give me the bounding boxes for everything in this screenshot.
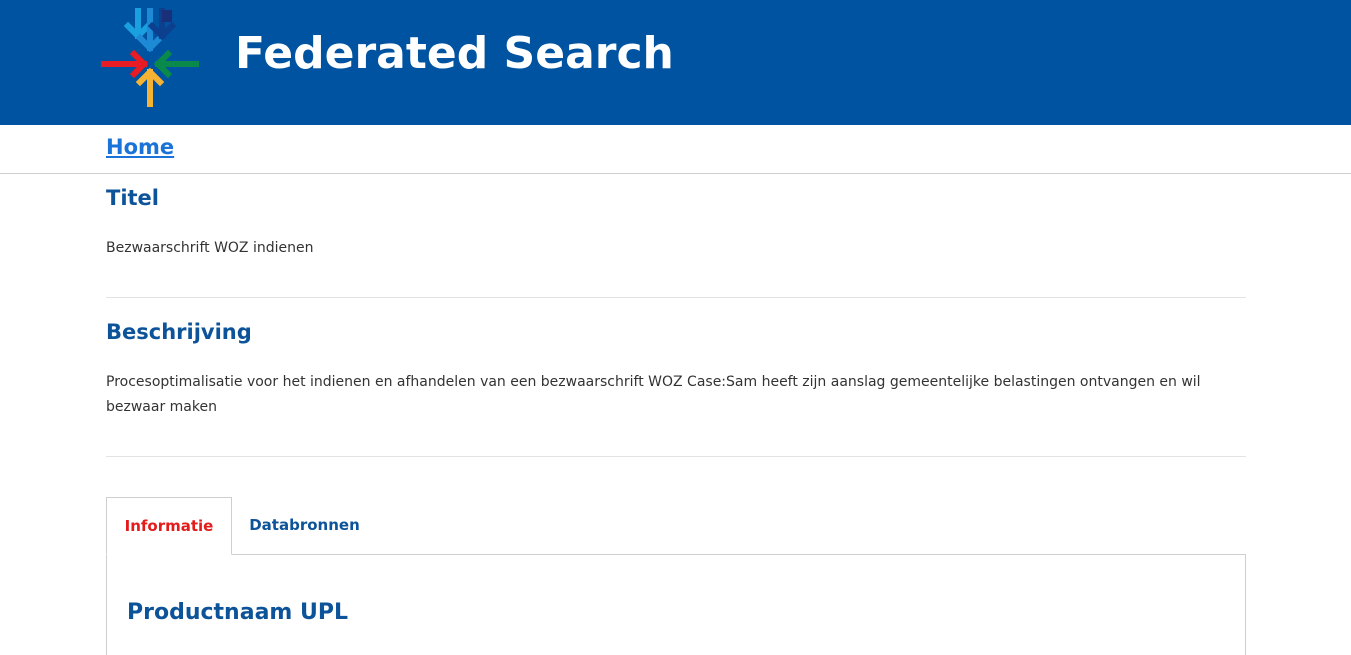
converging-arrows-logo-icon[interactable] xyxy=(100,8,200,108)
app-header: Federated Search xyxy=(0,0,1351,125)
titel-heading: Titel xyxy=(106,186,160,210)
section-divider xyxy=(106,297,1246,298)
breadcrumb: Home xyxy=(0,125,1351,174)
titel-text: Bezwaarschrift WOZ indienen xyxy=(106,240,314,256)
beschrijving-text: Procesoptimalisatie voor het indienen en… xyxy=(106,374,1201,415)
beschrijving-heading: Beschrijving xyxy=(106,320,252,344)
app-title: Federated Search xyxy=(235,28,674,79)
tab-databronnen[interactable]: Databronnen xyxy=(237,497,372,555)
productnaam-heading: Productnaam UPL xyxy=(127,600,348,625)
tab-bar: Informatie Databronnen xyxy=(106,497,1246,555)
tab-panel-informatie: Productnaam UPL xyxy=(106,555,1246,655)
section-divider xyxy=(106,456,1246,457)
home-link[interactable]: Home xyxy=(106,135,174,159)
tab-informatie[interactable]: Informatie xyxy=(106,497,232,555)
